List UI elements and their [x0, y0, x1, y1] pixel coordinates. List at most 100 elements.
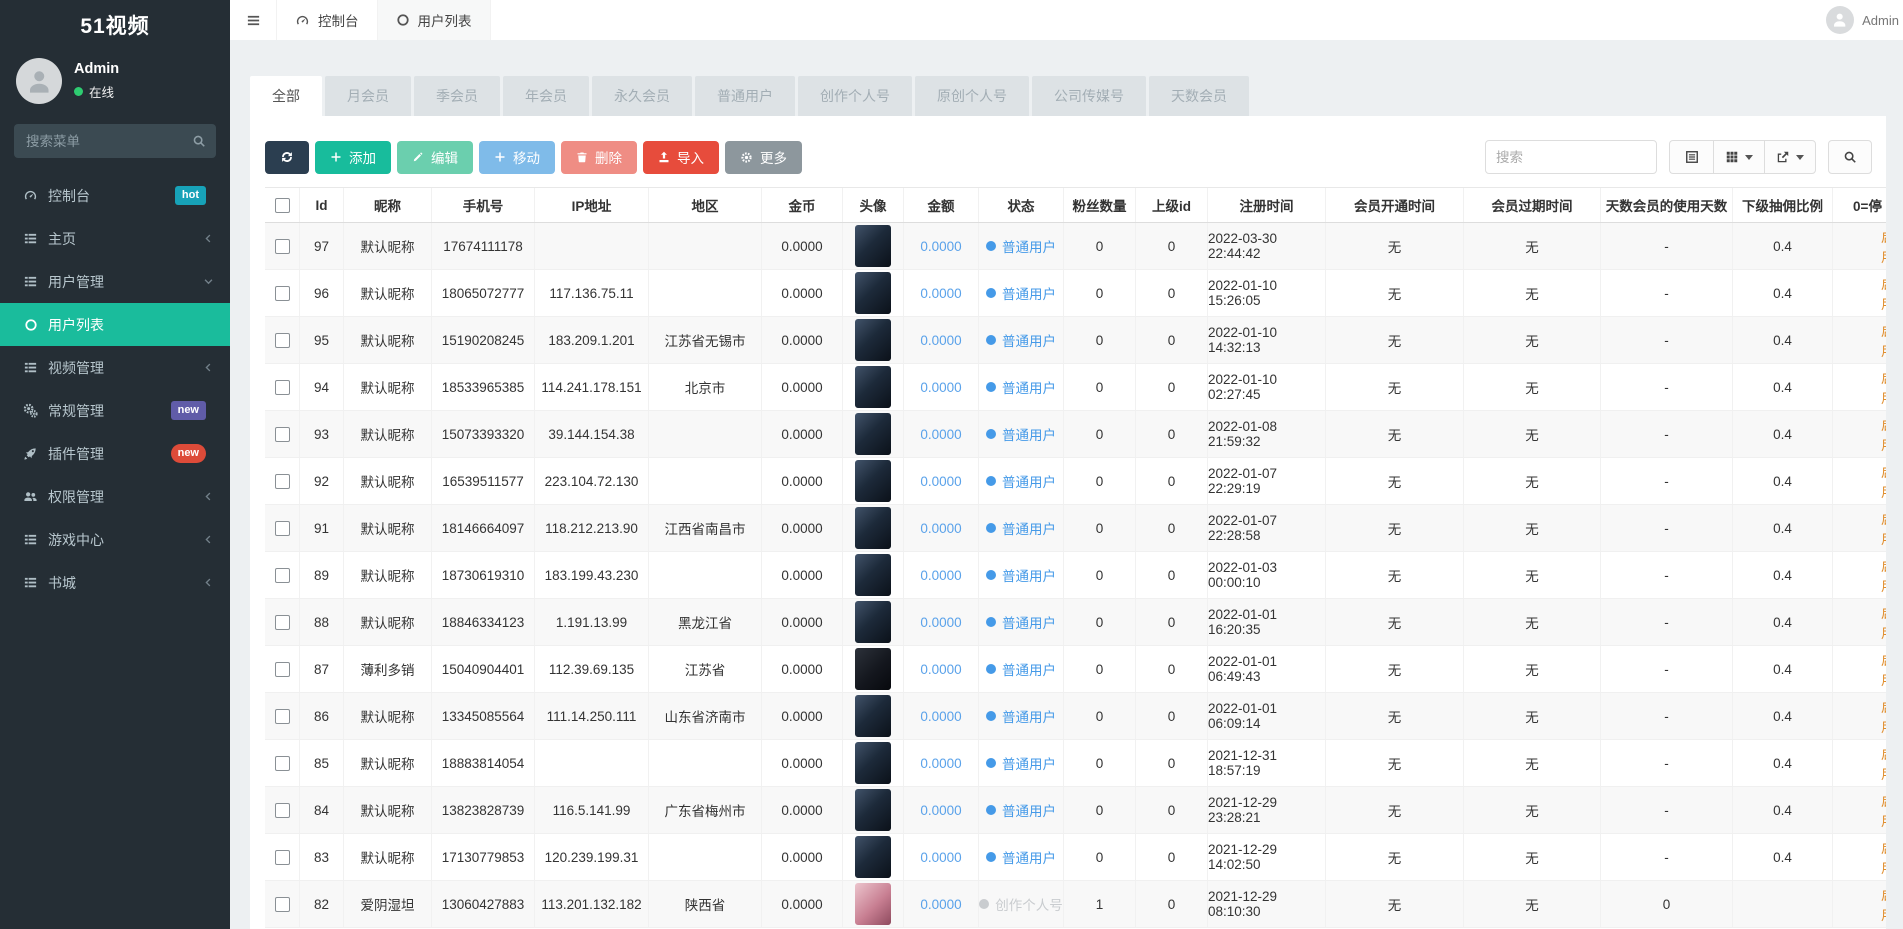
sidebar-item-0[interactable]: 控制台hot: [0, 174, 230, 217]
brand-logo: 51视频: [0, 0, 230, 50]
amount-link[interactable]: 0.0000: [920, 521, 961, 536]
navbar-tab-1[interactable]: 用户列表: [378, 0, 491, 40]
amount-link[interactable]: 0.0000: [920, 333, 961, 348]
row-checkbox[interactable]: [275, 615, 290, 630]
row-checkbox[interactable]: [275, 803, 290, 818]
status-label: 普通用户: [1002, 612, 1056, 632]
filter-tab-6[interactable]: 创作个人号: [798, 76, 912, 116]
list-icon: [18, 575, 43, 590]
status-label: 普通用户: [1002, 424, 1056, 444]
amount-link[interactable]: 0.0000: [920, 568, 961, 583]
amount-link[interactable]: 0.0000: [920, 897, 961, 912]
delete-button[interactable]: 删除: [561, 141, 637, 174]
row-checkbox[interactable]: [275, 756, 290, 771]
enabled-cell: 启用: [1832, 364, 1886, 410]
days-cell: -: [1600, 740, 1732, 786]
reg_time-cell: 2022-01-01 06:49:43: [1207, 646, 1325, 692]
sidebar-item-9[interactable]: 书城: [0, 561, 230, 604]
sidebar-search-input[interactable]: [14, 124, 216, 158]
amount-cell: 0.0000: [903, 552, 978, 598]
button-label: 更多: [760, 147, 787, 167]
region-cell: 北京市: [648, 364, 761, 410]
refresh-button[interactable]: [265, 141, 309, 174]
amount-link[interactable]: 0.0000: [920, 286, 961, 301]
columns-button[interactable]: [1713, 140, 1764, 174]
amount-link[interactable]: 0.0000: [920, 380, 961, 395]
phone-cell: 17674111178: [431, 223, 534, 269]
row-checkbox[interactable]: [275, 709, 290, 724]
amount-link[interactable]: 0.0000: [920, 756, 961, 771]
sidebar-item-7[interactable]: 权限管理: [0, 475, 230, 518]
row-checkbox[interactable]: [275, 521, 290, 536]
view-options-group: [1669, 140, 1816, 174]
amount-link[interactable]: 0.0000: [920, 803, 961, 818]
row-checkbox[interactable]: [275, 427, 290, 442]
sidebar-toggle-button[interactable]: [230, 0, 276, 40]
filter-tab-9[interactable]: 天数会员: [1149, 76, 1249, 116]
sidebar-item-3[interactable]: 用户列表: [0, 303, 230, 346]
status-cell: 普通用户: [978, 411, 1063, 457]
sidebar-item-2[interactable]: 用户管理: [0, 260, 230, 303]
sidebar-item-1[interactable]: 主页: [0, 217, 230, 260]
circle-icon: [396, 13, 410, 27]
amount-link[interactable]: 0.0000: [920, 239, 961, 254]
column-header: 会员开通时间: [1325, 188, 1463, 222]
table-search-input[interactable]: [1485, 140, 1657, 174]
navbar-tab-0[interactable]: 控制台: [276, 0, 378, 40]
row-checkbox-cell: [265, 693, 299, 739]
sidebar-item-5[interactable]: 常规管理new: [0, 389, 230, 432]
amount-link[interactable]: 0.0000: [920, 615, 961, 630]
row-checkbox[interactable]: [275, 474, 290, 489]
row-checkbox[interactable]: [275, 662, 290, 677]
sidebar-item-label: 用户列表: [48, 315, 214, 335]
filter-tab-5[interactable]: 普通用户: [695, 76, 795, 116]
sidebar-item-6[interactable]: 插件管理new: [0, 432, 230, 475]
sidebar-item-4[interactable]: 视频管理: [0, 346, 230, 389]
filter-tab-8[interactable]: 公司传媒号: [1032, 76, 1146, 116]
dashboard-icon: [295, 13, 310, 28]
row-checkbox[interactable]: [275, 286, 290, 301]
filter-tab-2[interactable]: 季会员: [414, 76, 500, 116]
reg_time-cell: 2022-01-10 15:26:05: [1207, 270, 1325, 316]
add-button[interactable]: 添加: [315, 141, 391, 174]
edit-button[interactable]: 编辑: [397, 141, 473, 174]
ratio-cell: 0.4: [1732, 458, 1832, 504]
filter-tab-1[interactable]: 月会员: [325, 76, 411, 116]
vip_end-cell: 无: [1463, 693, 1600, 739]
filter-tab-0[interactable]: 全部: [250, 76, 322, 116]
move-button[interactable]: 移动: [479, 141, 555, 174]
row-checkbox[interactable]: [275, 333, 290, 348]
select-all-checkbox[interactable]: [275, 198, 290, 213]
row-checkbox[interactable]: [275, 897, 290, 912]
amount-link[interactable]: 0.0000: [920, 474, 961, 489]
navbar-user-menu[interactable]: Admin: [1826, 0, 1903, 40]
filter-tab-7[interactable]: 原创个人号: [915, 76, 1029, 116]
fans-cell: 0: [1063, 270, 1135, 316]
import-button[interactable]: 导入: [643, 141, 719, 174]
days-cell: -: [1600, 646, 1732, 692]
amount-link[interactable]: 0.0000: [920, 427, 961, 442]
amount-link[interactable]: 0.0000: [920, 709, 961, 724]
filter-tab-4[interactable]: 永久会员: [592, 76, 692, 116]
filter-tab-3[interactable]: 年会员: [503, 76, 589, 116]
ip-cell: 183.209.1.201: [534, 317, 648, 363]
fans-cell: 0: [1063, 787, 1135, 833]
more-button[interactable]: 更多: [725, 141, 802, 174]
search-button[interactable]: [1828, 140, 1872, 174]
vip_start-cell: 无: [1325, 552, 1463, 598]
row-checkbox[interactable]: [275, 568, 290, 583]
vip_start-cell: 无: [1325, 693, 1463, 739]
row-checkbox[interactable]: [275, 239, 290, 254]
sidebar-item-8[interactable]: 游戏中心: [0, 518, 230, 561]
id-cell: 83: [299, 834, 343, 880]
id-cell: 93: [299, 411, 343, 457]
export-button[interactable]: [1764, 140, 1816, 174]
user-avatar-image: [855, 601, 891, 643]
amount-link[interactable]: 0.0000: [920, 662, 961, 677]
row-checkbox[interactable]: [275, 380, 290, 395]
amount-link[interactable]: 0.0000: [920, 850, 961, 865]
status-label: 普通用户: [1002, 283, 1056, 303]
nickname-cell: 默认昵称: [343, 693, 431, 739]
row-checkbox[interactable]: [275, 850, 290, 865]
detail-view-button[interactable]: [1669, 140, 1713, 174]
